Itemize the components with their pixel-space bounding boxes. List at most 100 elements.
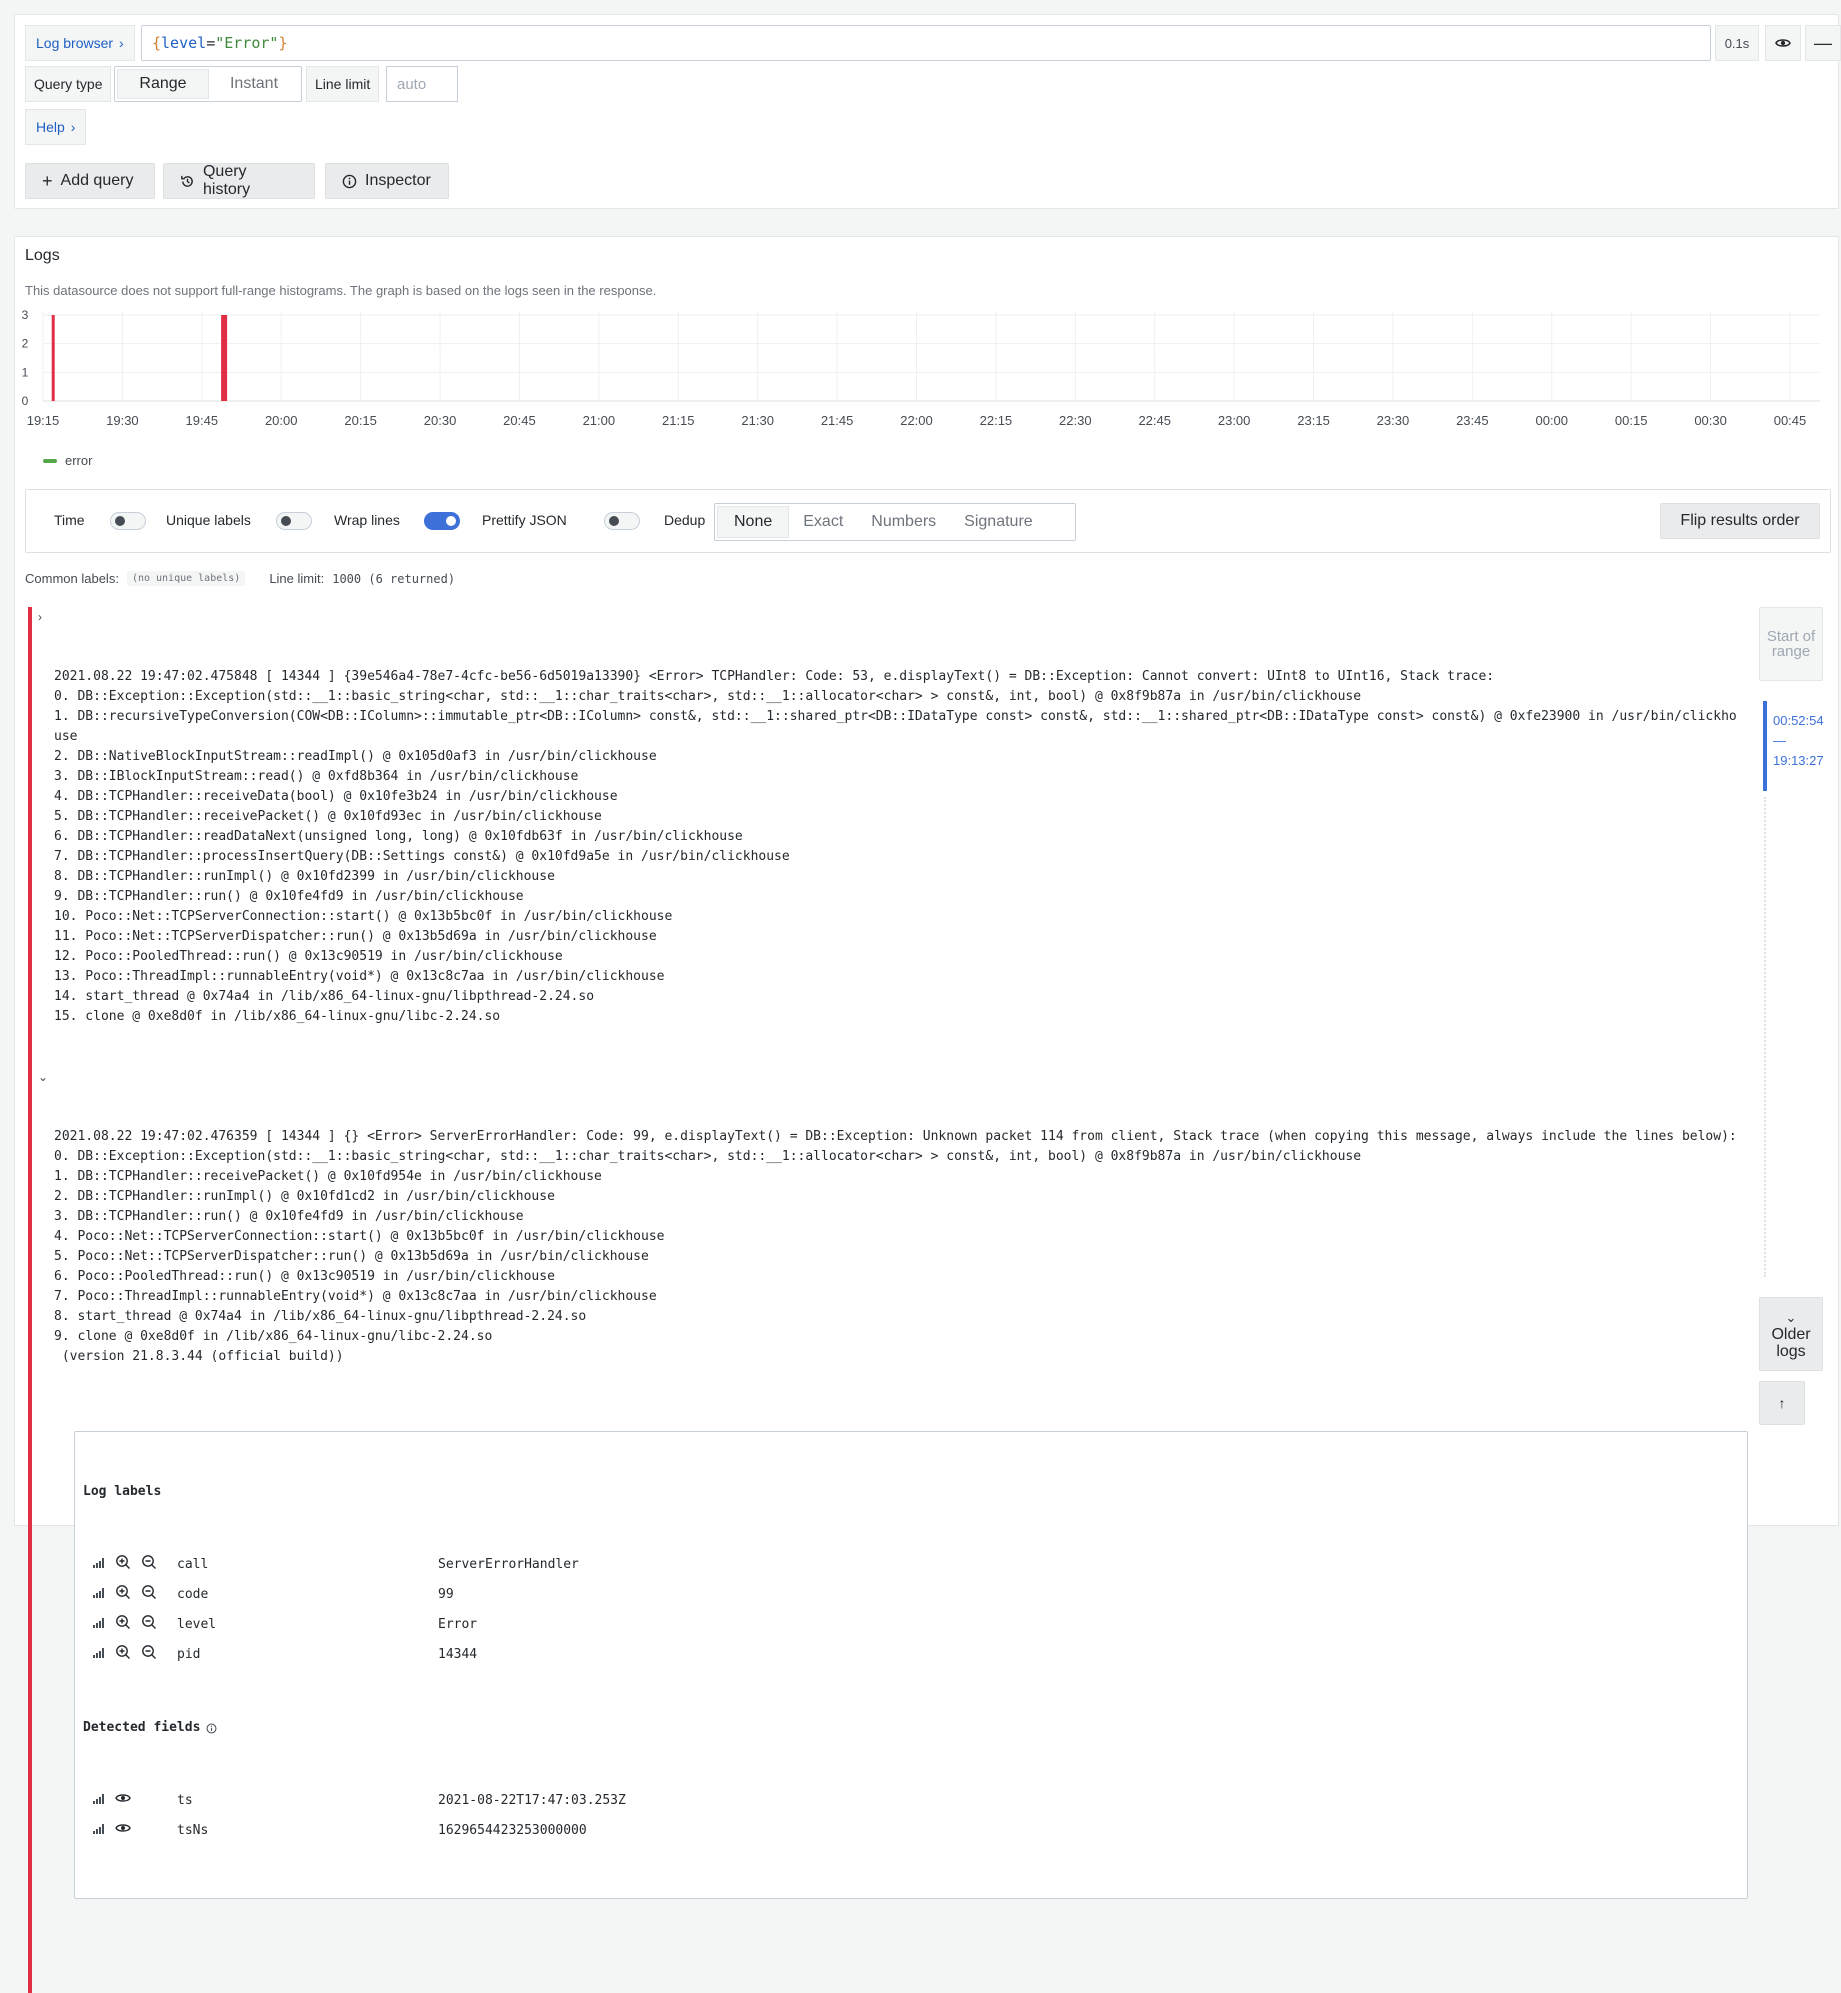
x-tick-label: 22:45 xyxy=(1138,413,1171,428)
detected-field-row: ts 2021-08-22T17:47:03.253Z xyxy=(83,1786,1739,1816)
prettify-json-toggle[interactable] xyxy=(604,512,640,530)
log-browser-button[interactable]: Log browser › xyxy=(25,25,135,61)
y-tick-label: 3 xyxy=(22,308,29,322)
x-tick-label: 22:00 xyxy=(900,413,933,428)
stats-icon[interactable] xyxy=(93,1821,105,1841)
y-tick-label: 1 xyxy=(22,365,29,379)
eye-icon[interactable] xyxy=(115,1820,131,1843)
query-type-range[interactable]: Range xyxy=(117,69,209,99)
zoom-in-icon[interactable] xyxy=(115,1614,131,1637)
log-line: 5. DB::TCPHandler::receivePacket() @ 0x1… xyxy=(54,809,602,824)
log-row[interactable]: › 2021.08.22 19:47:02.475848 [ 14344 ] {… xyxy=(28,607,1744,1067)
query-type-radio-group: Range Instant xyxy=(114,66,302,102)
range-marker[interactable] xyxy=(1763,701,1767,791)
older-logs-button[interactable]: ⌄ Older logs xyxy=(1759,1297,1823,1371)
dedup-signature[interactable]: Signature xyxy=(950,506,1047,538)
chevron-down-icon[interactable]: ⌄ xyxy=(38,1067,48,1087)
log-browser-label: Log browser xyxy=(36,35,114,51)
zoom-in-icon[interactable] xyxy=(115,1554,131,1577)
eye-icon xyxy=(1775,39,1791,47)
log-line: 14. start_thread @ 0x74a4 in /lib/x86_64… xyxy=(54,989,595,1004)
log-row-message: 2021.08.22 19:47:02.475848 [ 14344 ] {39… xyxy=(54,667,1744,1027)
zoom-out-icon[interactable] xyxy=(141,1584,157,1607)
zoom-out-icon[interactable] xyxy=(141,1644,157,1667)
hide-query-button[interactable] xyxy=(1765,25,1801,61)
query-brace-close: } xyxy=(278,34,288,52)
log-line: 9. DB::TCPHandler::run() @ 0x10fe4fd9 in… xyxy=(54,889,524,904)
query-history-button[interactable]: Query history xyxy=(163,163,315,199)
dedup-label: Dedup xyxy=(664,512,706,528)
remove-query-button[interactable]: — xyxy=(1805,25,1841,61)
help-label: Help xyxy=(36,119,65,135)
x-tick-label: 20:45 xyxy=(503,413,536,428)
query-type-instant[interactable]: Instant xyxy=(209,69,299,99)
x-tick-label: 19:15 xyxy=(27,413,60,428)
log-line: 3. DB::IBlockInputStream::read() @ 0xfd8… xyxy=(54,769,579,784)
query-type-label: Query type xyxy=(25,66,112,102)
stats-icon[interactable] xyxy=(93,1555,105,1575)
detail-actions xyxy=(83,1554,177,1577)
zoom-out-icon[interactable] xyxy=(141,1614,157,1637)
zoom-in-icon[interactable] xyxy=(115,1584,131,1607)
inspector-button[interactable]: Inspector xyxy=(325,163,449,199)
log-line: 6. DB::TCPHandler::readDataNext(unsigned… xyxy=(54,829,743,844)
common-labels-label: Common labels: xyxy=(25,571,119,586)
log-line: 4. Poco::Net::TCPServerConnection::start… xyxy=(54,1229,665,1244)
line-limit-input[interactable]: auto xyxy=(386,66,458,102)
detail-value: Error xyxy=(438,1617,478,1632)
log-rows: › 2021.08.22 19:47:02.475848 [ 14344 ] {… xyxy=(28,607,1748,1993)
common-labels-row: Common labels: (no unique labels) Line l… xyxy=(25,571,455,586)
zoom-out-icon[interactable] xyxy=(141,1554,157,1577)
minus-icon: — xyxy=(1814,32,1832,53)
line-limit-info-label: Line limit: xyxy=(269,571,325,586)
query-input[interactable]: {level = "Error"} xyxy=(141,25,1711,61)
logs-title: Logs xyxy=(25,247,60,264)
line-limit-info-value: 1000 (6 returned) xyxy=(332,571,456,586)
dedup-numbers[interactable]: Numbers xyxy=(857,506,950,538)
toggle-knob xyxy=(446,516,456,526)
x-tick-label: 00:00 xyxy=(1535,413,1568,428)
query-time-badge: 0.1s xyxy=(1715,25,1759,61)
log-line: 10. Poco::Net::TCPServerConnection::star… xyxy=(54,909,673,924)
unique-labels-toggle[interactable] xyxy=(276,512,312,530)
stats-icon[interactable] xyxy=(93,1615,105,1635)
detail-value: 99 xyxy=(438,1587,454,1602)
stats-icon[interactable] xyxy=(93,1645,105,1665)
dedup-none[interactable]: None xyxy=(717,506,790,538)
x-tick-label: 20:30 xyxy=(424,413,457,428)
line-limit-label: Line limit xyxy=(306,66,380,102)
legend-label-error[interactable]: error xyxy=(65,453,92,468)
range-start: 00:52:54 xyxy=(1773,713,1824,728)
x-tick-label: 23:15 xyxy=(1297,413,1330,428)
stats-icon[interactable] xyxy=(93,1791,105,1811)
log-label-row: pid 14344 xyxy=(83,1640,1739,1670)
log-line: 8. DB::TCPHandler::runImpl() @ 0x10fd239… xyxy=(54,869,555,884)
stats-icon[interactable] xyxy=(93,1585,105,1605)
query-label-value: "Error" xyxy=(215,34,279,52)
zoom-in-icon[interactable] xyxy=(115,1644,131,1667)
range-separator: — xyxy=(1773,733,1786,748)
detail-value: ServerErrorHandler xyxy=(438,1557,579,1572)
scroll-to-top-button[interactable]: ↑ xyxy=(1759,1381,1805,1425)
wrap-lines-toggle[interactable] xyxy=(424,512,460,530)
detail-key: code xyxy=(177,1587,209,1602)
x-tick-label: 21:15 xyxy=(662,413,695,428)
chevron-right-icon[interactable]: › xyxy=(38,607,42,627)
histogram-note: This datasource does not support full-ra… xyxy=(25,283,657,298)
arrow-up-icon: ↑ xyxy=(1778,1395,1786,1411)
log-row[interactable]: ⌄ 2021.08.22 19:47:02.476359 [ 14344 ] {… xyxy=(28,1067,1748,1993)
time-toggle[interactable] xyxy=(110,512,146,530)
start-of-range-button[interactable]: Start of range xyxy=(1759,607,1823,681)
eye-icon[interactable] xyxy=(115,1790,131,1813)
flip-results-order-button[interactable]: Flip results order xyxy=(1660,503,1820,539)
older-logs-label: Older logs xyxy=(1771,1325,1811,1360)
logs-histogram: 19:15 19:30 19:45 20:00 20:15 20:30 20:45 21:00… xyxy=(22,308,1820,428)
add-query-button[interactable]: + Add query xyxy=(25,163,155,199)
help-button[interactable]: Help › xyxy=(25,109,87,145)
query-brace-open: { xyxy=(152,34,162,52)
log-line: 9. clone @ 0xe8d0f in /lib/x86_64-linux-… xyxy=(54,1329,493,1344)
range-text[interactable]: 00:52:54 — 19:13:27 xyxy=(1773,711,1824,771)
query-editor-panel: Log browser › {level = "Error"} 0.1s — Que… xyxy=(14,14,1841,209)
detail-actions xyxy=(83,1820,177,1843)
dedup-exact[interactable]: Exact xyxy=(789,506,857,538)
